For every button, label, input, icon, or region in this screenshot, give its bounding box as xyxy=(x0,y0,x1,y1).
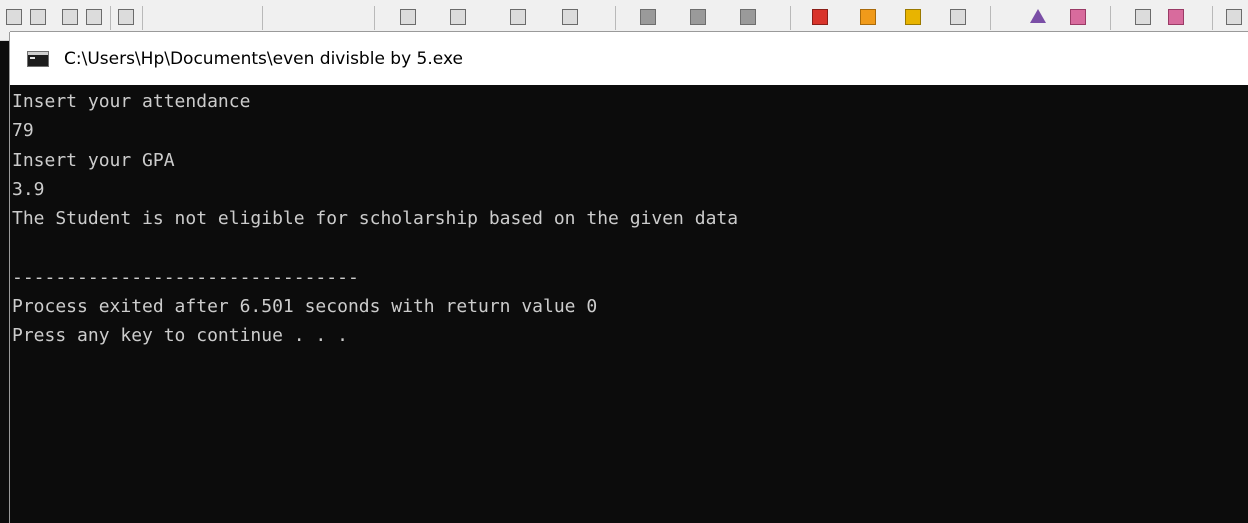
class-browser-icon[interactable] xyxy=(1070,9,1086,25)
console-line: The Student is not eligible for scholars… xyxy=(12,208,739,230)
console-line: Press any key to continue . . . xyxy=(12,325,348,347)
toolbar-separator xyxy=(374,6,375,30)
toolbar-separator xyxy=(142,6,143,30)
console-app-icon[interactable] xyxy=(27,50,49,67)
print-icon[interactable] xyxy=(118,9,134,25)
open-file-icon[interactable] xyxy=(30,9,46,25)
debug-icon[interactable] xyxy=(812,9,828,25)
run-icon[interactable] xyxy=(690,9,706,25)
compile-run-icon[interactable] xyxy=(740,9,756,25)
console-output[interactable]: Insert your attendance 79 Insert your GP… xyxy=(10,85,1248,523)
profile-icon[interactable] xyxy=(905,9,921,25)
unindent-icon[interactable] xyxy=(450,9,466,25)
chart-icon[interactable] xyxy=(860,9,876,25)
insert-icon[interactable] xyxy=(1135,9,1151,25)
save-icon[interactable] xyxy=(62,9,78,25)
console-line: 79 xyxy=(12,120,34,142)
console-line: -------------------------------- xyxy=(12,266,359,288)
console-line: Insert your attendance xyxy=(12,91,251,112)
misc-icon[interactable] xyxy=(1226,9,1242,25)
toolbar-separator xyxy=(110,6,111,30)
goto-icon[interactable] xyxy=(1168,9,1184,25)
console-line: Process exited after 6.501 seconds with … xyxy=(12,296,598,318)
save-all-icon[interactable] xyxy=(86,9,102,25)
toolbar-separator xyxy=(990,6,991,30)
toolbar-separator xyxy=(1212,6,1213,30)
console-line: Insert your GPA xyxy=(12,149,175,171)
toggle-bookmark-icon[interactable] xyxy=(562,9,578,25)
toolbar-separator xyxy=(790,6,791,30)
compile-icon[interactable] xyxy=(640,9,656,25)
windows-icon[interactable] xyxy=(950,9,966,25)
new-file-icon[interactable] xyxy=(6,9,22,25)
console-window[interactable]: C:\Users\Hp\Documents\even divisble by 5… xyxy=(10,32,1248,523)
triangle-icon[interactable] xyxy=(1030,9,1046,23)
toolbar-separator xyxy=(262,6,263,30)
toolbar-separator xyxy=(1110,6,1111,30)
console-line: 3.9 xyxy=(12,178,45,200)
toolbar-separator xyxy=(615,6,616,30)
indent-icon[interactable] xyxy=(400,9,416,25)
toggle-comment-icon[interactable] xyxy=(510,9,526,25)
window-title: C:\Users\Hp\Documents\even divisble by 5… xyxy=(64,48,463,69)
window-titlebar[interactable]: C:\Users\Hp\Documents\even divisble by 5… xyxy=(10,32,1248,85)
